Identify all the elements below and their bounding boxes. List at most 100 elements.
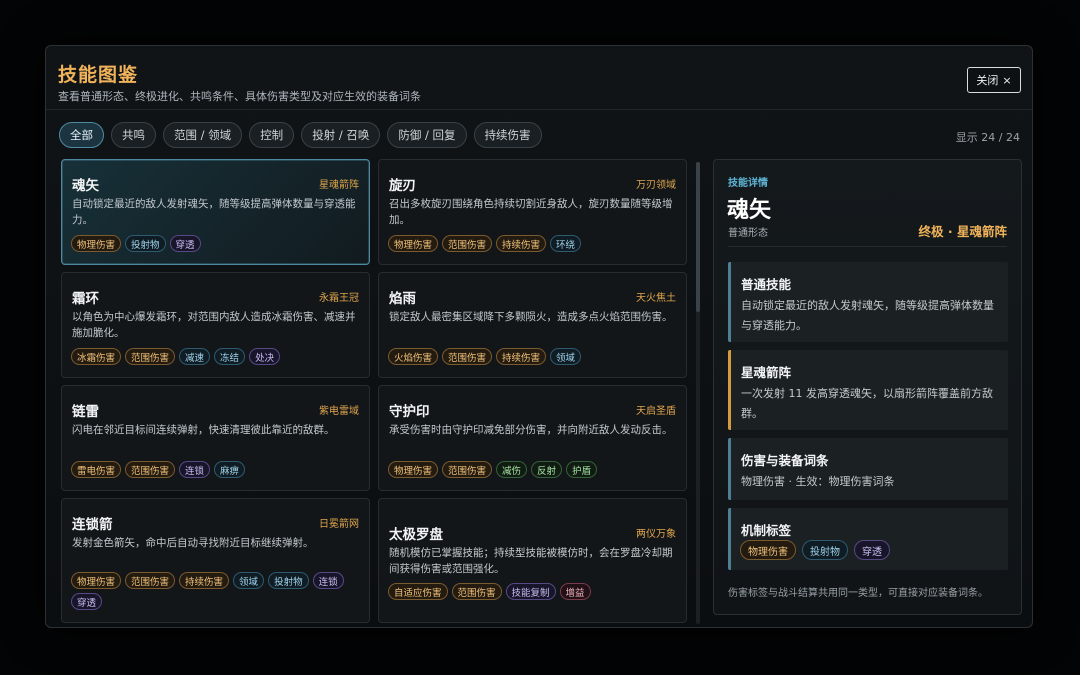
card-description: 承受伤害时由守护印减免部分伤害，并向附近敌人发动反击。: [389, 424, 673, 436]
tag-chip: 冻结: [214, 348, 246, 365]
header-divider: [46, 109, 1032, 110]
detail-footnote: 伤害标签与战斗结算共用同一类型，可直接对应装备词条。: [728, 588, 988, 599]
section-tags: 机制标签 物理伤害 投射物 穿透: [728, 508, 1008, 570]
detail-skill-name: 魂矢: [727, 198, 772, 223]
tag-chip: 物理伤害: [71, 572, 122, 589]
detail-tag-list: 物理伤害 投射物 穿透: [740, 540, 890, 560]
close-icon: ×: [1002, 73, 1012, 87]
tag-chip: 穿透: [71, 593, 103, 610]
detail-ultimate-tier: 终极 · 星魂箭阵: [918, 224, 1007, 239]
tag-chip: 范围伤害: [125, 348, 176, 365]
tag-chip: 范围伤害: [442, 235, 493, 252]
tag-chip: 减速: [179, 348, 211, 365]
tag-chip: 穿透: [169, 235, 201, 252]
card-ultimate-set: 永霜王冠: [319, 293, 359, 304]
tag-chip: 投射物: [125, 235, 166, 252]
skill-card-soul-arrow[interactable]: 魂矢 星魂箭阵 自动锁定最近的敌人发射魂矢，随等级提高弹体数量与穿透能力。 物理伤害投…: [61, 159, 370, 265]
tag-chip: 自适应伤害: [388, 583, 448, 600]
close-label: 关闭: [976, 74, 999, 87]
section-damage-body: 物理伤害 · 生效：物理伤害词条: [741, 475, 895, 488]
card-description: 发射金色箭矢，命中后自动寻找附近目标继续弹射。: [72, 537, 314, 549]
tag-chip: 雷电伤害: [71, 461, 122, 478]
tag-chip: 减伤: [496, 461, 528, 478]
card-tags: 物理伤害 投射物 穿透: [71, 235, 359, 252]
skill-card-chain-arrow[interactable]: 连锁箭 日冕箭网 发射金色箭矢，命中后自动寻找附近目标继续弹射。物理伤害 范围伤害 持续…: [61, 498, 370, 623]
tag-chip: 持续伤害: [179, 572, 230, 589]
skill-card-spin-blade[interactable]: 旋刃 万刃领域 召出多枚旋刃围绕角色持续切割近身敌人，旋刃数量随等级增加。 物理伤害范…: [378, 159, 687, 265]
tag-chip: 领域: [550, 348, 582, 365]
card-tags: 物理伤害 范围伤害 持续伤害 环绕: [388, 235, 676, 252]
card-ultimate-set: 天启圣盾: [636, 406, 676, 417]
section-ultimate-body: 一次发射 11 发高穿透魂矢，以扇形箭阵覆盖前方敌群。: [741, 387, 993, 420]
filter-defense[interactable]: 防御 / 回复: [387, 122, 467, 148]
tag-chip: 物理伤害: [740, 540, 796, 560]
section-damage: 伤害与装备词条 物理伤害 · 生效：物理伤害词条: [728, 438, 1008, 500]
close-button[interactable]: 关闭 ×: [967, 67, 1021, 93]
skill-card-fire-rain[interactable]: 焰雨 天火焦土 锁定敌人最密集区域降下多颗陨火，造成多点火焰范围伤害。 火焰伤害 范围伤…: [378, 272, 687, 378]
section-ultimate: 星魂箭阵 一次发射 11 发高穿透魂矢，以扇形箭阵覆盖前方敌群。: [728, 350, 1008, 430]
filter-area[interactable]: 范围 / 领域: [163, 122, 243, 148]
filter-bar: 全部 共鸣 范围 / 领域 控制 投射 / 召唤 防御 / 回复 持续伤害: [59, 122, 542, 148]
skill-card-guard-seal[interactable]: 守护印 天启圣盾 承受伤害时由守护印减免部分伤害，并向附近敌人发动反击。 物理伤害 范围…: [378, 385, 687, 491]
skill-card-taiji-compass[interactable]: 太极罗盘 两仪万象随机模仿已掌握技能；持续型技能被模仿时，会在罗盘冷却期间获得伤害…: [378, 498, 687, 623]
tag-chip: 连锁: [312, 572, 344, 589]
tag-chip: 物理伤害: [388, 235, 439, 252]
card-tags: 自适应伤害 范围伤害 技能复制 增益: [388, 583, 676, 600]
section-normal-title: 普通技能: [741, 277, 792, 292]
section-tags-title: 机制标签: [741, 523, 792, 538]
card-name: 连锁箭: [72, 517, 113, 533]
card-ultimate-set: 日冕箭网: [319, 519, 359, 530]
card-description: 随机模仿已掌握技能；持续型技能被模仿时，会在罗盘冷却期间获得伤害或范围强化。: [389, 547, 673, 575]
filter-all[interactable]: 全部: [59, 122, 104, 148]
tag-chip: 物理伤害: [71, 235, 122, 252]
card-ultimate-set: 星魂箭阵: [319, 180, 359, 191]
card-ultimate-set: 天火焦土: [636, 293, 676, 304]
tag-chip: 增益: [559, 583, 591, 600]
filter-resonance[interactable]: 共鸣: [111, 122, 156, 148]
filter-projectile[interactable]: 投射 / 召唤: [301, 122, 381, 148]
section-normal-body: 自动锁定最近的敌人发射魂矢，随等级提高弹体数量与穿透能力。: [741, 299, 994, 332]
card-name: 焰雨: [389, 291, 416, 307]
tag-chip: 护盾: [566, 461, 598, 478]
tag-chip: 投射物: [802, 540, 848, 560]
tag-chip: 领域: [233, 572, 265, 589]
tag-chip: 范围伤害: [125, 461, 176, 478]
card-tags: 物理伤害 范围伤害 减伤 反射 护盾: [388, 461, 676, 478]
skill-card-chain-lightning[interactable]: 链雷 紫电雷域 闪电在邻近目标间连续弹射，快速清理彼此靠近的敌群。 雷电伤害 范围伤害连…: [61, 385, 370, 491]
card-tags: 雷电伤害 范围伤害 连锁 麻痹: [71, 461, 359, 478]
tag-chip: 持续伤害: [496, 235, 547, 252]
tag-chip: 连锁: [179, 461, 211, 478]
card-ultimate-set: 万刃领域: [636, 180, 676, 191]
filter-dot[interactable]: 持续伤害: [473, 122, 542, 148]
card-tags: 物理伤害 范围伤害 持续伤害 领域 投射物 连锁 穿透: [71, 572, 359, 610]
skill-card-frost-ring[interactable]: 霜环 永霜王冠以角色为中心爆发霜环，对范围内敌人造成冰霜伤害、减速并施加脆化。冰霜…: [61, 272, 370, 378]
tag-chip: 范围伤害: [442, 461, 493, 478]
tag-chip: 范围伤害: [442, 348, 493, 365]
card-name: 太极罗盘: [389, 527, 443, 543]
detail-divider: [728, 246, 1007, 247]
card-name: 霜环: [72, 291, 99, 307]
filter-control[interactable]: 控制: [249, 122, 295, 148]
tag-chip: 范围伤害: [451, 583, 502, 600]
card-tags: 冰霜伤害 范围伤害 减速 冻结 处决: [71, 348, 359, 365]
tag-chip: 环绕: [550, 235, 582, 252]
tag-chip: 穿透: [854, 540, 890, 560]
tag-chip: 火焰伤害: [388, 348, 439, 365]
card-description: 闪电在邻近目标间连续弹射，快速清理彼此靠近的敌群。: [72, 424, 335, 436]
card-tags: 火焰伤害 范围伤害 持续伤害 领域: [388, 348, 676, 365]
scrollbar-thumb[interactable]: [696, 162, 700, 312]
tag-chip: 处决: [249, 348, 281, 365]
section-normal: 普通技能 自动锁定最近的敌人发射魂矢，随等级提高弹体数量与穿透能力。: [728, 262, 1008, 342]
card-name: 旋刃: [389, 178, 416, 194]
skill-card-list: 魂矢 星魂箭阵 自动锁定最近的敌人发射魂矢，随等级提高弹体数量与穿透能力。 物理伤害投…: [61, 159, 689, 629]
skill-codex-modal: 技能图鉴 查看普通形态、终极进化、共鸣条件、具体伤害类型及对应生效的装备词条 关…: [45, 45, 1033, 628]
tag-chip: 范围伤害: [125, 572, 176, 589]
card-description: 以角色为中心爆发霜环，对范围内敌人造成冰霜伤害、减速并施加脆化。: [72, 311, 356, 339]
page-title: 技能图鉴: [58, 64, 139, 86]
list-scrollbar[interactable]: [696, 162, 700, 624]
skill-detail-panel: 技能详情 魂矢 普通形态 终极 · 星魂箭阵 普通技能 自动锁定最近的敌人发射魂…: [713, 159, 1022, 615]
tag-chip: 麻痹: [214, 461, 246, 478]
card-name: 魂矢: [72, 178, 99, 194]
tag-chip: 持续伤害: [496, 348, 547, 365]
card-ultimate-set: 两仪万象: [636, 529, 676, 540]
